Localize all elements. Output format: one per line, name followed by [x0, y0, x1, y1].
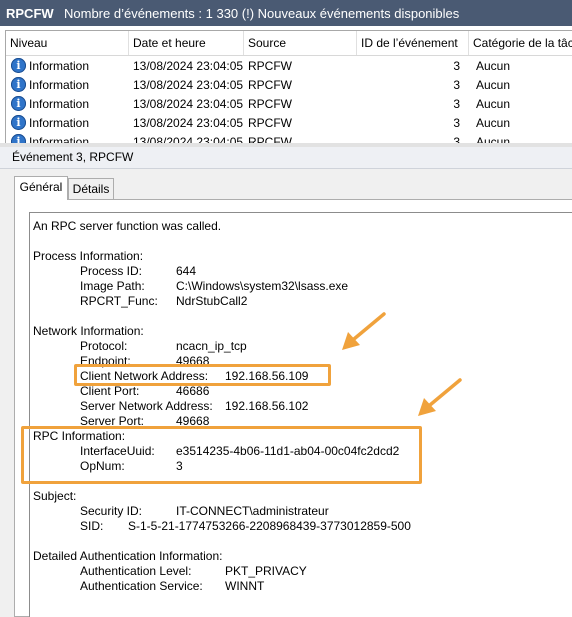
- event-list[interactable]: Niveau Date et heure Source ID de l’évén…: [5, 30, 572, 144]
- client-port-label: Client Port:: [80, 384, 140, 398]
- date-cell: 13/08/2024 23:04:05: [133, 115, 244, 130]
- auth-level-value: PKT_PRIVACY: [225, 564, 307, 578]
- event-count-status: Nombre d’événements : 1 330 (!) Nouveaux…: [64, 5, 460, 21]
- event-id-cell: 3: [453, 115, 460, 130]
- table-row[interactable]: i Information 13/08/2024 23:04:05 RPCFW 3 Auc…: [6, 75, 572, 94]
- source-cell: RPCFW: [248, 96, 292, 111]
- event-id-cell: 3: [453, 77, 460, 92]
- date-cell: 13/08/2024 23:04:05: [133, 96, 244, 111]
- auth-level-label: Authentication Level:: [80, 564, 192, 578]
- subject-section-title: Subject:: [33, 489, 77, 503]
- level-value: Information: [29, 96, 90, 111]
- level-value: Information: [29, 58, 90, 73]
- protocol-value: ncacn_ip_tcp: [176, 339, 247, 353]
- image-path-label: Image Path:: [80, 279, 145, 293]
- process-section-title: Process Information:: [33, 249, 144, 263]
- level-cell: i Information: [6, 96, 129, 111]
- category-cell: Aucun: [476, 58, 511, 73]
- rpcrt-func-value: NdrStubCall2: [176, 294, 248, 308]
- info-icon: i: [11, 58, 26, 73]
- level-cell: i Information: [6, 77, 129, 92]
- log-name: RPCFW: [6, 5, 54, 21]
- security-id-label: Security ID:: [80, 504, 143, 518]
- rpc-info-highlight: [21, 426, 422, 484]
- date-cell: 13/08/2024 23:04:05: [133, 58, 244, 73]
- event-id-cell: 3: [453, 96, 460, 111]
- event-id-cell: 3: [453, 58, 460, 73]
- source-cell: RPCFW: [248, 58, 292, 73]
- column-header-date[interactable]: Date et heure: [129, 31, 244, 55]
- info-icon: i: [11, 77, 26, 92]
- protocol-label: Protocol:: [80, 339, 128, 353]
- rpcrt-func-label: RPCRT_Func:: [80, 294, 158, 308]
- info-icon: i: [11, 115, 26, 130]
- client-address-highlight: [74, 364, 331, 386]
- auth-service-label: Authentication Service:: [80, 579, 203, 593]
- level-value: Information: [29, 115, 90, 130]
- process-id-value: 644: [176, 264, 197, 278]
- auth-section-title: Detailed Authentication Information:: [33, 549, 223, 563]
- server-address-value: 192.168.56.102: [225, 399, 309, 413]
- category-cell: Aucun: [476, 96, 511, 111]
- process-id-label: Process ID:: [80, 264, 143, 278]
- arrow-icon: [342, 312, 386, 350]
- column-header-level[interactable]: Niveau: [6, 31, 129, 55]
- network-section-title: Network Information:: [33, 324, 144, 338]
- column-header-event-id[interactable]: ID de l’événement: [357, 31, 469, 55]
- auth-service-value: WINNT: [225, 579, 265, 593]
- category-cell: Aucun: [476, 115, 511, 130]
- security-id-value: IT-CONNECT\administrateur: [176, 504, 329, 518]
- table-row[interactable]: i Information 13/08/2024 23:04:05 RPCFW 3 Auc…: [6, 113, 572, 132]
- title-bar: RPCFW Nombre d’événements : 1 330 (!) No…: [0, 0, 572, 26]
- date-cell: 13/08/2024 23:04:05: [133, 77, 244, 92]
- tab-general[interactable]: Général: [14, 176, 68, 200]
- column-header-category[interactable]: Catégorie de la tâc: [469, 31, 572, 55]
- event-detail-title: Événement 3, RPCFW: [12, 150, 134, 164]
- source-cell: RPCFW: [248, 77, 292, 92]
- level-value: Information: [29, 77, 90, 92]
- event-detail-header: Événement 3, RPCFW: [0, 147, 572, 169]
- table-row[interactable]: i Information 13/08/2024 23:04:05 RPCFW 3 Auc…: [6, 94, 572, 113]
- event-list-header: Niveau Date et heure Source ID de l’évén…: [6, 31, 572, 56]
- sid-value: S-1-5-21-1774753266-2208968439-377301285…: [128, 519, 411, 533]
- image-path-value: C:\Windows\system32\lsass.exe: [176, 279, 349, 293]
- column-header-source[interactable]: Source: [244, 31, 357, 55]
- arrow-icon: [418, 378, 462, 416]
- table-row[interactable]: i Information 13/08/2024 23:04:05 RPCFW 3 Auc…: [6, 56, 572, 75]
- level-cell: i Information: [6, 115, 129, 130]
- source-cell: RPCFW: [248, 115, 292, 130]
- level-cell: i Information: [6, 58, 129, 73]
- message-intro: An RPC server function was called.: [33, 219, 222, 233]
- client-port-value: 46686: [176, 384, 210, 398]
- server-address-label: Server Network Address:: [80, 399, 213, 413]
- info-icon: i: [11, 96, 26, 111]
- sid-label: SID:: [80, 519, 104, 533]
- tab-details[interactable]: Détails: [68, 178, 114, 200]
- category-cell: Aucun: [476, 77, 511, 92]
